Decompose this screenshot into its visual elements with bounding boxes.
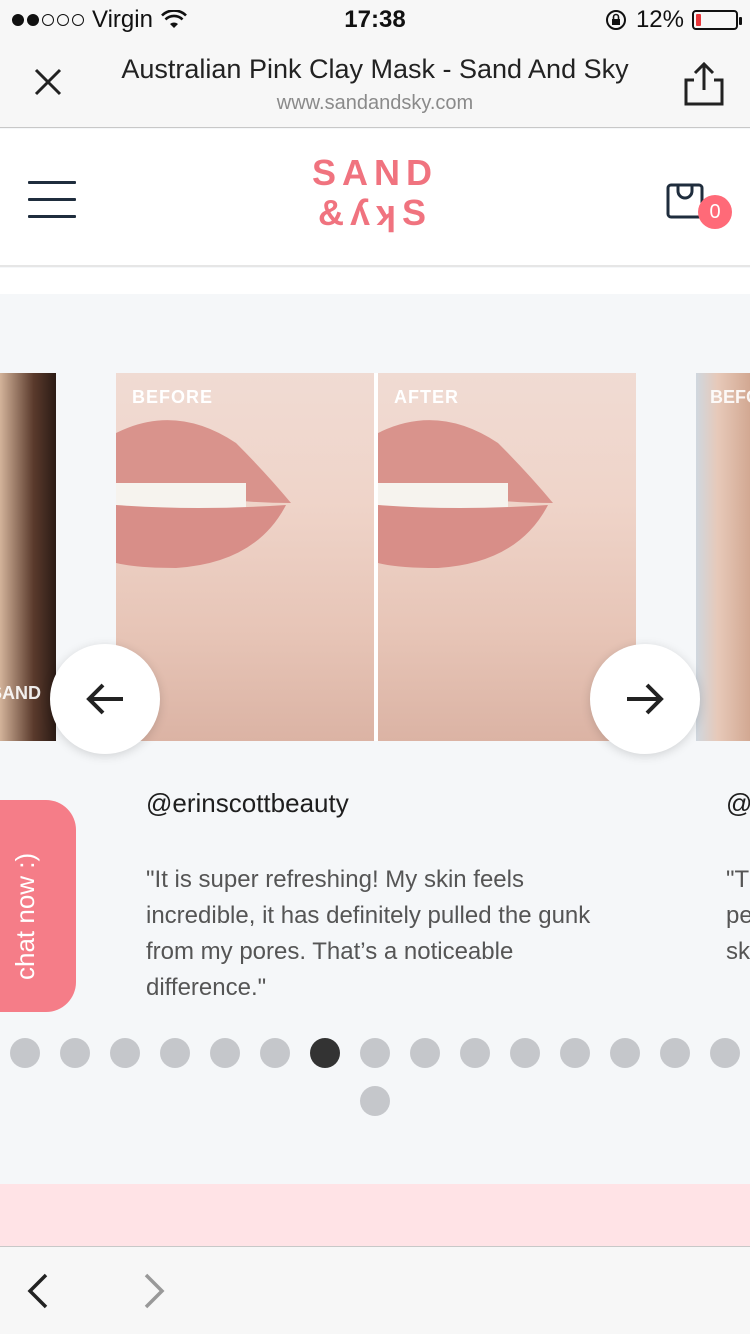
testimonial-handle[interactable]: @erinscottbeauty (146, 788, 349, 819)
rotation-lock-icon (605, 10, 626, 30)
share-icon[interactable] (680, 60, 728, 108)
pagination-dot[interactable] (210, 1038, 240, 1068)
right-partial-label: BEFO (710, 387, 750, 407)
testimonial-quote: "It is super refreshing! My skin feels i… (146, 866, 591, 1001)
after-label: AFTER (394, 387, 459, 407)
pagination-dot[interactable] (60, 1038, 90, 1068)
arrow-right-icon (627, 683, 664, 715)
browser-toolbar (0, 1246, 750, 1334)
site-header: SAND &ʎʞS 0 (0, 129, 750, 267)
close-icon[interactable] (28, 62, 68, 102)
pagination-dot[interactable] (360, 1038, 390, 1068)
battery-icon (692, 10, 742, 30)
before-after-image: BEFORE AFTER (116, 373, 636, 741)
screen: { "status_bar": { "carrier": "Virgin", "… (0, 0, 750, 1334)
lips-before-illustration (116, 420, 291, 568)
before-label: BEFORE (132, 387, 214, 407)
chat-label: chat now :) (10, 852, 40, 980)
brand-logo[interactable]: SAND &ʎʞS (310, 153, 440, 233)
forward-icon[interactable] (132, 1269, 172, 1313)
logo-line-2: &ʎʞS (317, 192, 433, 233)
pagination-dot[interactable] (560, 1038, 590, 1068)
pagination-dot[interactable] (510, 1038, 540, 1068)
pagination-dot[interactable] (410, 1038, 440, 1068)
next-slide-button[interactable] (590, 644, 700, 754)
page-url: www.sandandsky.com (276, 92, 474, 114)
next-testimonial-quote: "T pe sk (726, 866, 750, 965)
next-testimonial-handle: @ (726, 788, 750, 818)
pagination-dot[interactable] (310, 1038, 340, 1068)
battery-level (696, 14, 701, 26)
menu-icon[interactable] (28, 181, 76, 219)
previous-slide-image[interactable]: SAND (0, 373, 56, 741)
lips-after-illustration (378, 420, 553, 568)
pink-section (0, 1184, 750, 1246)
page-title: Australian Pink Clay Mask - Sand And Sky (121, 54, 629, 84)
pagination-dot[interactable] (260, 1038, 290, 1068)
section-divider (0, 268, 750, 294)
arrow-left-icon (86, 683, 123, 715)
left-partial-brand: SAND (0, 683, 42, 703)
cart-count-badge[interactable]: 0 (698, 195, 732, 229)
pagination-dot[interactable] (610, 1038, 640, 1068)
pagination-dot[interactable] (110, 1038, 140, 1068)
battery-percent: 12% (635, 6, 684, 33)
back-icon[interactable] (20, 1269, 60, 1313)
status-bar: Virgin 17:38 12% (0, 0, 750, 40)
pagination-dot[interactable] (710, 1038, 740, 1068)
browser-header: Australian Pink Clay Mask - Sand And Sky… (0, 40, 750, 128)
next-slide-image[interactable]: BEFO (696, 373, 750, 741)
pagination-dot[interactable] (10, 1038, 40, 1068)
previous-slide-button[interactable] (50, 644, 160, 754)
pagination-dot[interactable] (160, 1038, 190, 1068)
pagination-dot[interactable] (460, 1038, 490, 1068)
pagination-dot[interactable] (360, 1086, 390, 1116)
testimonial-carousel: SAND BEFORE AFTER BEFO (0, 294, 750, 1184)
chat-now-button[interactable]: chat now :) (0, 800, 76, 1012)
pagination-dot[interactable] (660, 1038, 690, 1068)
logo-line-1: SAND (311, 152, 438, 193)
